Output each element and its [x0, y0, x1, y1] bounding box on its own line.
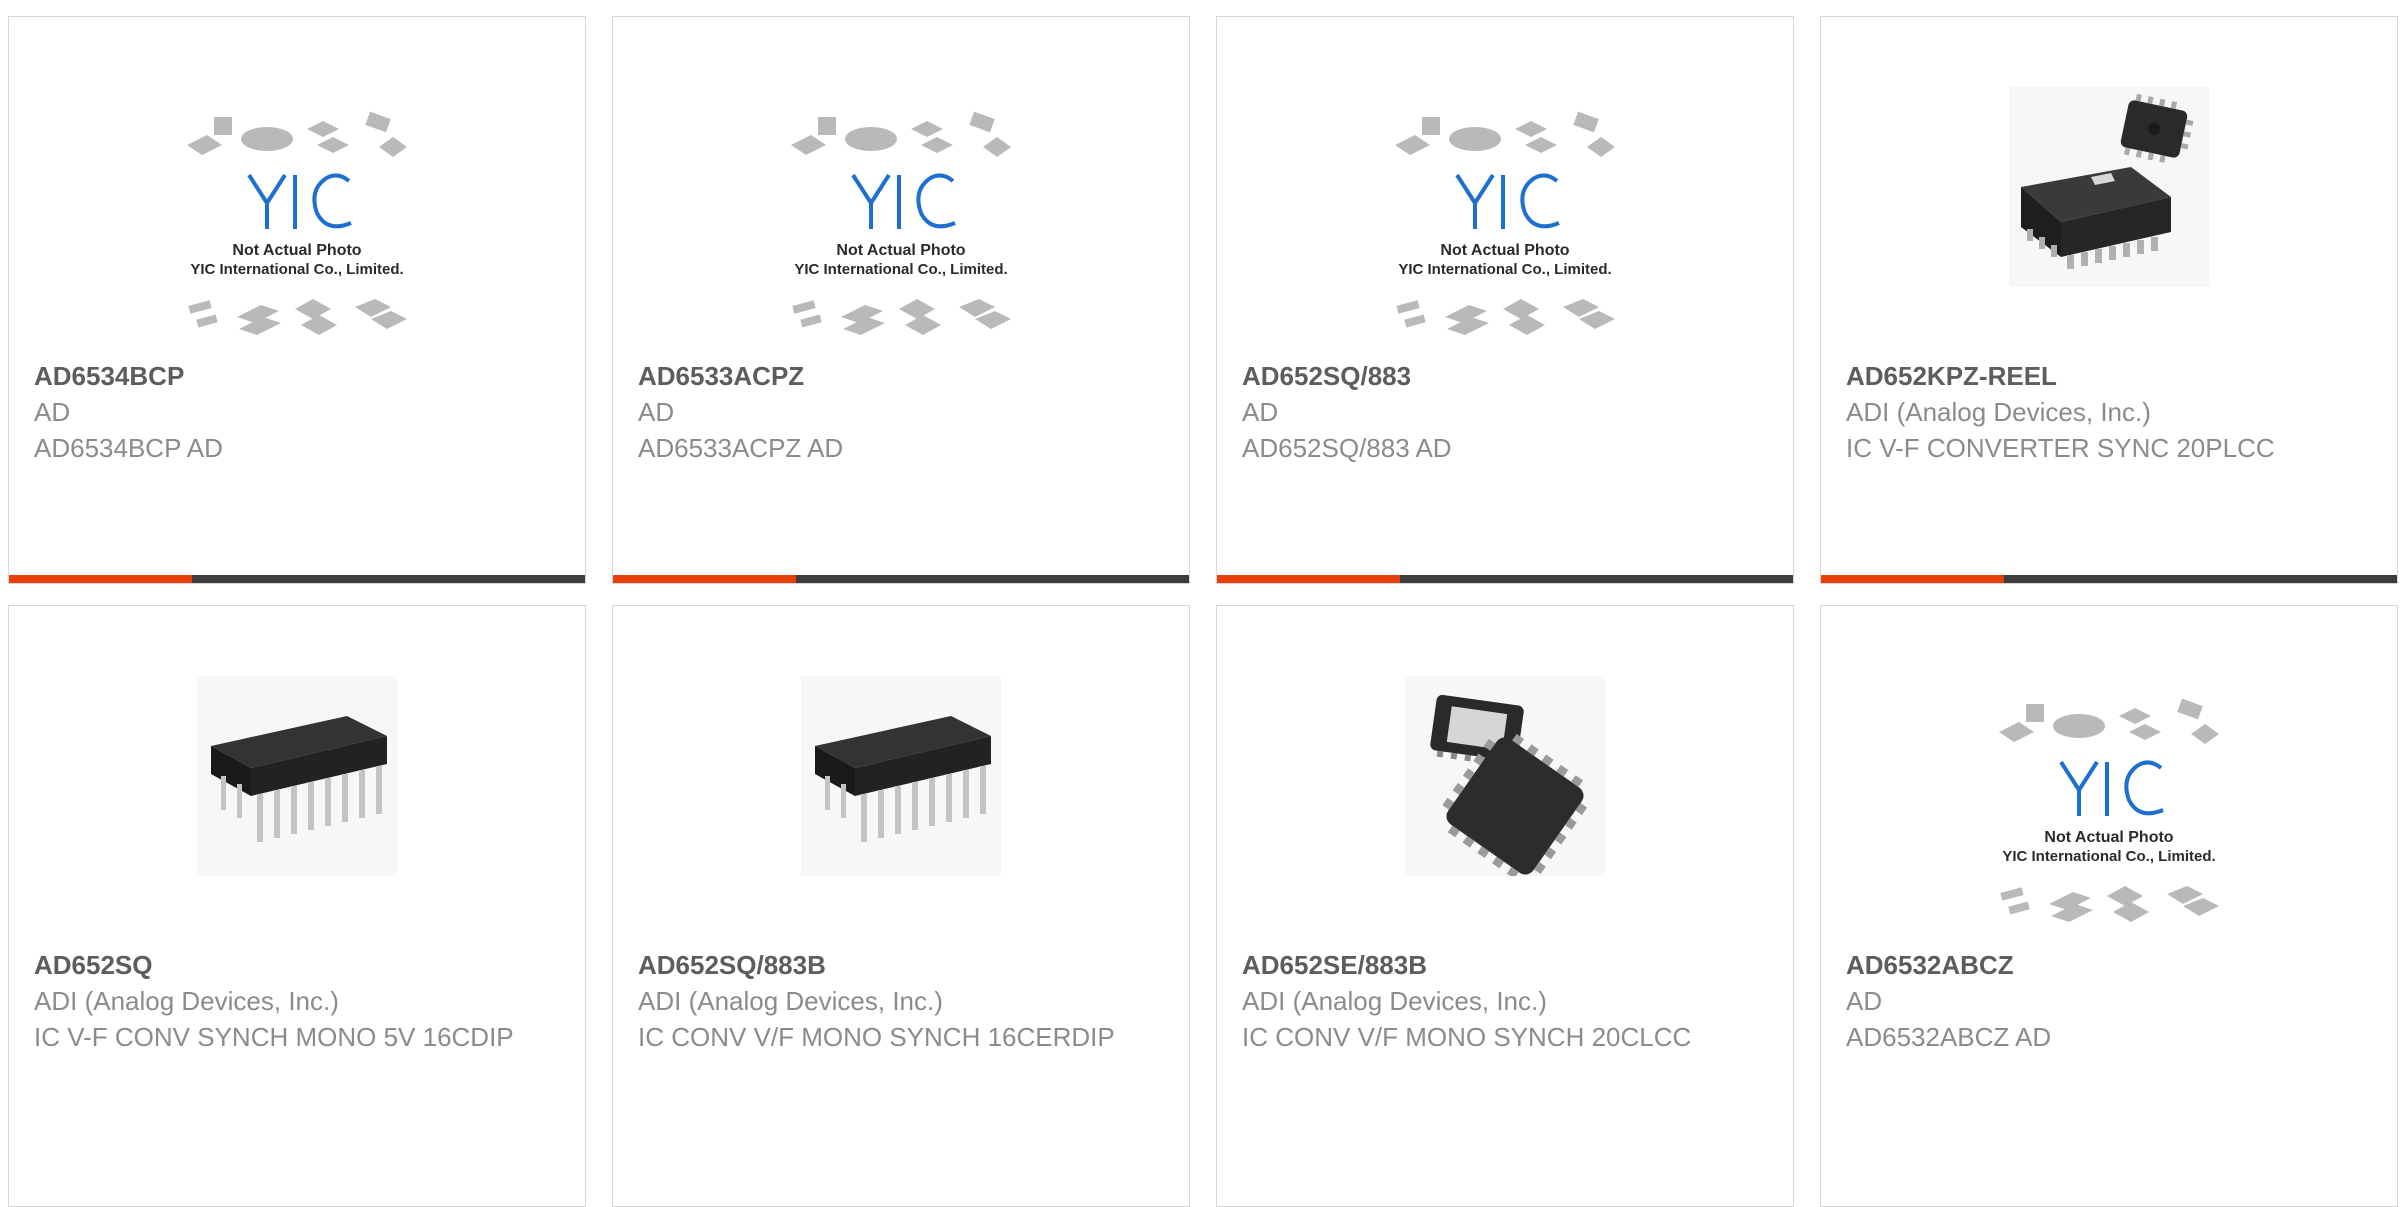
manufacturer-label: AD	[638, 397, 675, 427]
product-card[interactable]: AD652SQ/883B ADI (Analog Devices, Inc.) …	[612, 605, 1190, 1207]
placeholder-caption-2: YIC International Co., Limited.	[794, 261, 1007, 278]
product-description: IC CONV V/F MONO SYNCH 16CERDIP	[638, 1022, 1115, 1052]
card-bottom-bar	[1821, 575, 2397, 583]
manufacturer-label: ADI (Analog Devices, Inc.)	[1242, 986, 1547, 1016]
product-image[interactable]: Not Actual Photo YIC International Co., …	[1979, 692, 2239, 952]
manufacturer-label: AD	[1846, 986, 1883, 1016]
yic-placeholder-icon: Not Actual Photo YIC International Co., …	[791, 111, 1011, 335]
card-bottom-bar	[613, 575, 1189, 583]
product-image[interactable]: Not Actual Photo YIC International Co., …	[1375, 105, 1635, 365]
product-info: AD652SQ ADI (Analog Devices, Inc.) IC V-…	[34, 947, 565, 1055]
product-image[interactable]	[1405, 676, 1605, 876]
card-bottom-bar	[1217, 575, 1793, 583]
product-description: AD652SQ/883 AD	[1242, 433, 1452, 463]
product-card[interactable]: Not Actual Photo YIC International Co., …	[8, 16, 586, 584]
part-number-link[interactable]: AD652SQ	[34, 947, 565, 983]
plcc-chip-icon	[2009, 87, 2209, 287]
product-description: AD6532ABCZ AD	[1846, 1022, 2052, 1052]
placeholder-caption-1: Not Actual Photo	[836, 242, 965, 259]
product-image[interactable]: Not Actual Photo YIC International Co., …	[167, 105, 427, 365]
product-image[interactable]	[197, 676, 397, 876]
part-number-link[interactable]: AD6532ABCZ	[1846, 947, 2377, 983]
part-number-link[interactable]: AD652SQ/883B	[638, 947, 1169, 983]
product-image[interactable]	[2009, 87, 2209, 287]
placeholder-caption-2: YIC International Co., Limited.	[1398, 261, 1611, 278]
dip-chip-icon	[197, 676, 397, 876]
product-info: AD6533ACPZ AD AD6533ACPZ AD	[638, 358, 1169, 466]
product-info: AD652SE/883B ADI (Analog Devices, Inc.) …	[1242, 947, 1773, 1055]
yic-placeholder-icon: Not Actual Photo YIC International Co., …	[187, 111, 407, 335]
product-image[interactable]: Not Actual Photo YIC International Co., …	[771, 105, 1031, 365]
manufacturer-label: ADI (Analog Devices, Inc.)	[1846, 397, 2151, 427]
placeholder-caption-2: YIC International Co., Limited.	[2002, 848, 2215, 865]
dip-chip-icon	[801, 676, 1001, 876]
placeholder-caption-1: Not Actual Photo	[1440, 242, 1569, 259]
part-number-link[interactable]: AD652KPZ-REEL	[1846, 358, 2377, 394]
part-number-link[interactable]: AD652SQ/883	[1242, 358, 1773, 394]
product-grid-row-2: AD652SQ ADI (Analog Devices, Inc.) IC V-…	[8, 605, 2400, 1207]
placeholder-caption-1: Not Actual Photo	[2044, 829, 2173, 846]
card-accent-bar	[613, 575, 796, 583]
product-info: AD652SQ/883 AD AD652SQ/883 AD	[1242, 358, 1773, 466]
product-info: AD652KPZ-REEL ADI (Analog Devices, Inc.)…	[1846, 358, 2377, 466]
yic-placeholder-icon: Not Actual Photo YIC International Co., …	[1999, 698, 2219, 922]
manufacturer-label: ADI (Analog Devices, Inc.)	[638, 986, 943, 1016]
part-number-link[interactable]: AD6534BCP	[34, 358, 565, 394]
card-accent-bar	[1217, 575, 1400, 583]
product-card[interactable]: Not Actual Photo YIC International Co., …	[1216, 16, 1794, 584]
card-accent-bar	[1821, 575, 2004, 583]
placeholder-caption-1: Not Actual Photo	[232, 242, 361, 259]
product-description: AD6533ACPZ AD	[638, 433, 844, 463]
card-bottom-bar	[9, 575, 585, 583]
product-card[interactable]: AD652KPZ-REEL ADI (Analog Devices, Inc.)…	[1820, 16, 2398, 584]
manufacturer-label: AD	[1242, 397, 1279, 427]
part-number-link[interactable]: AD6533ACPZ	[638, 358, 1169, 394]
manufacturer-label: AD	[34, 397, 71, 427]
product-grid: Not Actual Photo YIC International Co., …	[8, 16, 2400, 584]
product-image[interactable]	[801, 676, 1001, 876]
product-description: IC V-F CONV SYNCH MONO 5V 16CDIP	[34, 1022, 514, 1052]
product-info: AD6532ABCZ AD AD6532ABCZ AD	[1846, 947, 2377, 1055]
product-card[interactable]: Not Actual Photo YIC International Co., …	[612, 16, 1190, 584]
product-description: IC CONV V/F MONO SYNCH 20CLCC	[1242, 1022, 1692, 1052]
product-card[interactable]: AD652SE/883B ADI (Analog Devices, Inc.) …	[1216, 605, 1794, 1207]
product-info: AD652SQ/883B ADI (Analog Devices, Inc.) …	[638, 947, 1169, 1055]
part-number-link[interactable]: AD652SE/883B	[1242, 947, 1773, 983]
product-description: IC V-F CONVERTER SYNC 20PLCC	[1846, 433, 2275, 463]
yic-placeholder-icon: Not Actual Photo YIC International Co., …	[1395, 111, 1615, 335]
card-accent-bar	[9, 575, 192, 583]
clcc-chip-icon	[1405, 676, 1605, 876]
product-description: AD6534BCP AD	[34, 433, 223, 463]
product-card[interactable]: AD652SQ ADI (Analog Devices, Inc.) IC V-…	[8, 605, 586, 1207]
manufacturer-label: ADI (Analog Devices, Inc.)	[34, 986, 339, 1016]
product-info: AD6534BCP AD AD6534BCP AD	[34, 358, 565, 466]
placeholder-caption-2: YIC International Co., Limited.	[190, 261, 403, 278]
product-card[interactable]: Not Actual Photo YIC International Co., …	[1820, 605, 2398, 1207]
